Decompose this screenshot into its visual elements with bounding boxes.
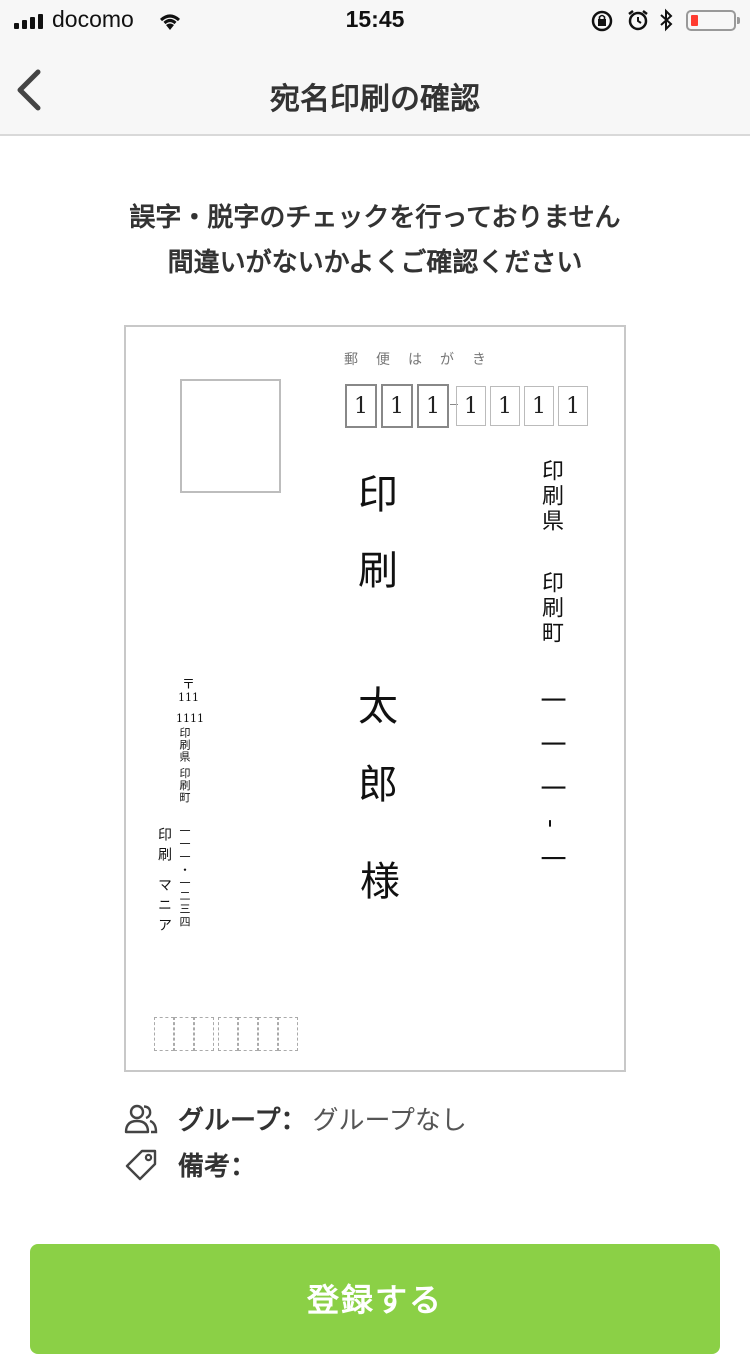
notice-line-1: 誤字・脱字のチェックを行っておりません: [129, 203, 621, 233]
status-bar: docomo 15:45: [0, 0, 750, 40]
postcard-label: 郵便はがき: [344, 352, 504, 368]
zip-digit: 1: [456, 386, 486, 426]
page-title: 宛名印刷の確認: [270, 82, 480, 117]
recipient-address-2: 印刷町: [538, 571, 563, 646]
alarm-icon: [628, 10, 648, 31]
zip-digit: 1: [417, 384, 449, 428]
sender-zip-2: 1111: [176, 712, 204, 725]
group-value: グループなし: [312, 1106, 467, 1136]
group-icon: [124, 1104, 158, 1133]
sender-address: 印刷県 印刷町: [178, 727, 191, 804]
tag-icon: [125, 1149, 157, 1180]
notice-line-2: 間違いがないかよくご確認ください: [167, 248, 583, 278]
sender-zip-boxes: [154, 1017, 298, 1051]
register-button[interactable]: 登録する: [30, 1244, 720, 1354]
postcard-preview: 郵便はがき 1 1 1 1 1 1 1 印刷県 印刷町 一一一-一 印刷 太郎 …: [124, 325, 626, 1072]
recipient-first-name: 太郎: [351, 685, 397, 841]
note-row: 備考：: [124, 1146, 256, 1183]
zip-digit: 1: [490, 386, 520, 426]
nav-bar: 宛名印刷の確認: [0, 40, 750, 136]
rotation-lock-icon: [591, 10, 613, 32]
zip-digit: 1: [558, 386, 588, 426]
sender-zip-1: 111: [178, 691, 199, 704]
battery-level: [691, 15, 698, 26]
recipient-last-name: 印刷: [351, 473, 397, 625]
honorific: 様: [353, 860, 399, 900]
sender-zip-mark: 〒: [179, 677, 194, 691]
zip-digit: 1: [345, 384, 377, 428]
battery-icon: [686, 10, 740, 31]
stamp-area: [180, 379, 281, 493]
note-label: 備考：: [178, 1152, 257, 1182]
recipient-address-number: 一一一-一: [536, 687, 566, 890]
zip-digit: 1: [381, 384, 413, 428]
bluetooth-icon: [660, 8, 673, 32]
group-row: グループ： グループなし: [124, 1100, 467, 1137]
recipient-address-1: 印刷県: [538, 459, 563, 534]
sender-name: 印刷 マニア: [156, 827, 172, 938]
proofread-notice: 誤字・脱字のチェックを行っておりません 間違いがないかよくご確認ください: [0, 196, 750, 286]
zip-digit: 1: [524, 386, 554, 426]
sender-address-number: 一一一・一二三四: [178, 825, 191, 929]
group-label: グループ：: [178, 1106, 307, 1136]
